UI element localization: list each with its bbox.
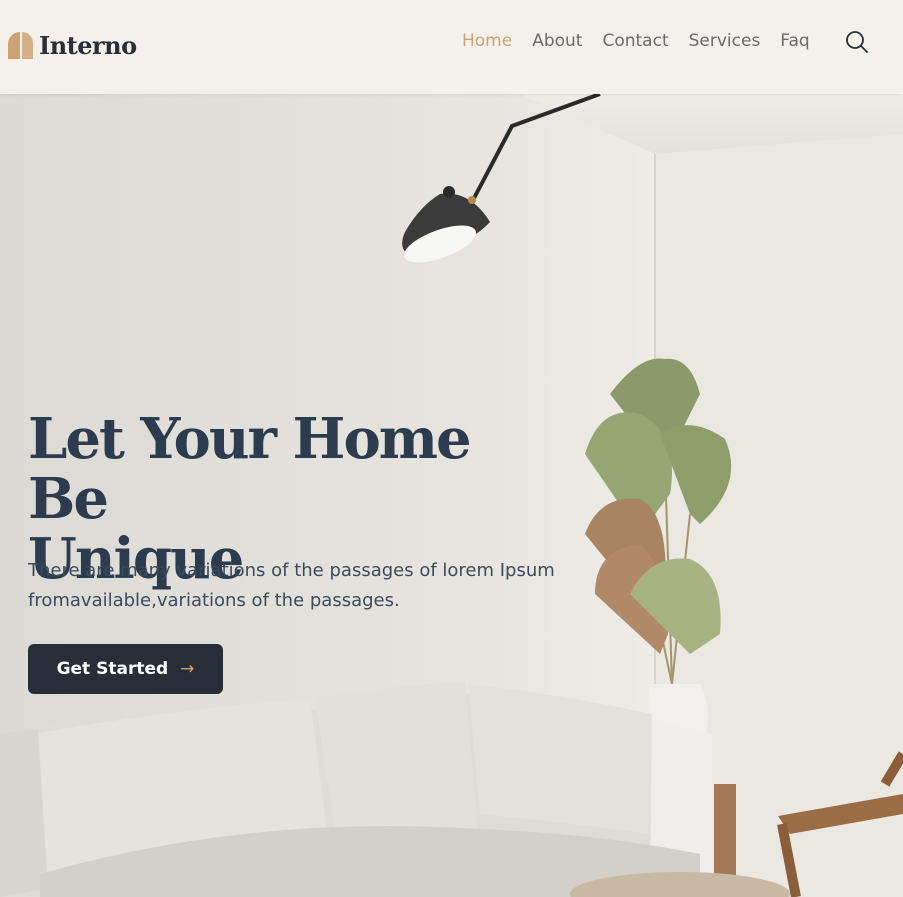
nav-link-about[interactable]: About [532,31,582,51]
search-icon [846,31,868,53]
get-started-button[interactable]: Get Started → [28,644,223,694]
nav-link-faq[interactable]: Faq [780,31,809,51]
get-started-label: Get Started [56,659,169,679]
hero-headline-line1: Let Your Home Be [28,406,472,532]
hero-section: Let Your Home Be Unique There are many v… [0,94,903,897]
hero-description: There are many variations of the passage… [28,560,555,611]
main-menu: Home About Contact Services Faq [462,31,810,51]
brand-logo[interactable]: Interno [8,31,137,60]
top-navbar: Interno Home About Contact Services Faq [0,0,903,94]
brand-name: Interno [39,31,137,60]
nav-link-services[interactable]: Services [689,31,761,51]
logo-arch-icon [8,32,33,59]
search-button[interactable] [845,30,869,58]
arrow-right-icon: → [180,659,195,679]
nav-link-home[interactable]: Home [462,31,512,51]
nav-link-contact[interactable]: Contact [602,31,668,51]
